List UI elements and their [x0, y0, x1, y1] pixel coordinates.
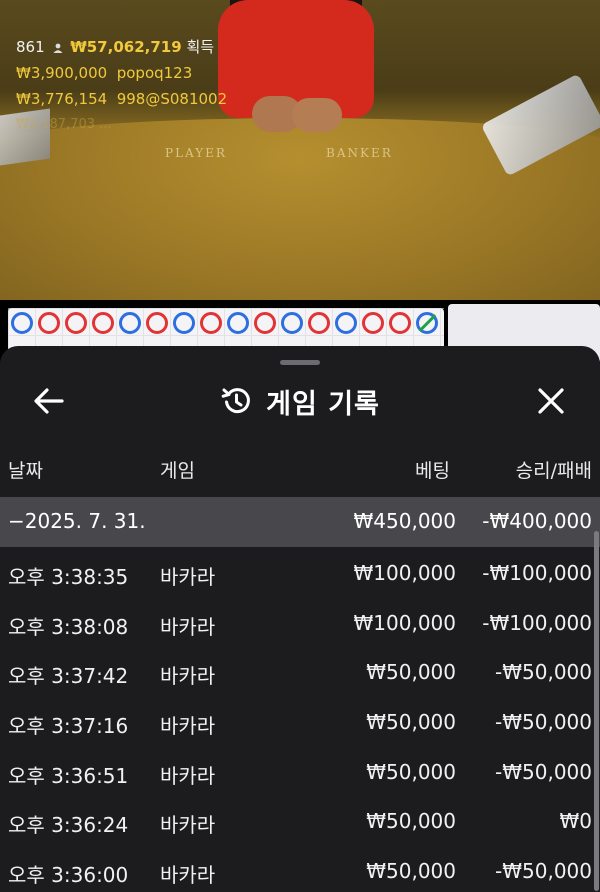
date-group-bet-total: ₩450,000 [353, 509, 456, 533]
date-group-label: −2025. 7. 31. [8, 509, 146, 533]
sheet-title-group: 게임 기록 [0, 376, 600, 426]
row-bet: ₩50,000 [366, 710, 456, 735]
history-clock-icon [221, 388, 251, 414]
history-row[interactable]: 오후 3:37:42 바카라 ₩50,000 -₩50,000 [0, 648, 600, 698]
row-bet: ₩50,000 [366, 660, 456, 685]
winner-amount: ₩3,776,154 [16, 90, 108, 108]
date-group-result-total: -₩400,000 [482, 509, 592, 533]
banker-bead [254, 312, 276, 334]
row-bet: ₩100,000 [353, 610, 456, 635]
history-row[interactable]: 오후 3:36:51 바카라 ₩50,000 -₩50,000 [0, 748, 600, 798]
banker-bead [389, 312, 411, 334]
row-time: 오후 3:36:00 [8, 863, 129, 888]
winner-name: 998@S081002 [116, 90, 228, 108]
date-group-row[interactable]: −2025. 7. 31. ₩450,000 -₩400,000 [0, 497, 600, 547]
row-result: -₩50,000 [495, 759, 592, 784]
player-bead [227, 312, 249, 334]
row-time: 오후 3:38:35 [8, 565, 129, 589]
sheet-header: 게임 기록 [0, 376, 600, 426]
row-game: 바카라 [160, 714, 216, 739]
back-button[interactable] [30, 382, 68, 420]
player-count: 861 [16, 38, 45, 56]
history-row[interactable]: 오후 3:38:35 바카라 ₩100,000 -₩100,000 [0, 549, 600, 599]
banker-felt-label: BANKER [326, 146, 393, 160]
column-header-game[interactable]: 게임 [160, 456, 195, 483]
row-result: ₩0 [559, 809, 593, 834]
history-row[interactable]: 오후 3:37:16 바카라 ₩50,000 -₩50,000 [0, 698, 600, 748]
row-game: 바카라 [160, 763, 216, 788]
row-time: 오후 3:36:24 [8, 813, 129, 838]
banker-bead [65, 312, 87, 334]
banker-bead [146, 312, 168, 334]
live-video-feed: PLAYER BANKER 861 ₩57,062,719 획득 ₩3,900,… [0, 0, 600, 300]
total-suffix: 획득 [186, 38, 215, 56]
row-time: 오후 3:36:51 [8, 763, 129, 788]
dealer [212, 0, 380, 140]
row-bet: ₩50,000 [366, 859, 456, 884]
player-bead [335, 312, 357, 334]
column-header-date[interactable]: 날짜 [8, 456, 43, 483]
history-rows: 오후 3:38:35 바카라 ₩100,000 -₩100,000 오후 3:3… [0, 549, 600, 892]
row-result: -₩100,000 [482, 561, 592, 585]
winner-line: ₩3,900,000 popoq123 [16, 60, 227, 86]
row-game: 바카라 [160, 863, 216, 888]
winner-name: popoq123 [116, 64, 193, 82]
row-result: -₩50,000 [495, 859, 592, 884]
player-bead [119, 312, 141, 334]
banker-bead [200, 312, 222, 334]
history-scrollbar[interactable] [594, 531, 599, 891]
row-game: 바카라 [160, 565, 216, 589]
player-bead [11, 312, 33, 334]
column-header-result[interactable]: 승리/패배 [516, 456, 592, 483]
row-result: -₩100,000 [482, 610, 592, 635]
row-time: 오후 3:37:42 [8, 664, 129, 689]
sheet-title: 게임 기록 [266, 388, 380, 420]
row-game: 바카라 [160, 614, 216, 639]
game-history-sheet: 게임 기록 날짜 게임 베팅 승리/패배 −2025. 7. 31. ₩450,… [0, 346, 600, 892]
column-header-bet[interactable]: 베팅 [415, 456, 450, 483]
winner-amount: ₩3,900,000 [16, 64, 108, 82]
row-game: 바카라 [160, 664, 216, 689]
history-row[interactable]: 오후 3:38:08 바카라 ₩100,000 -₩100,000 [0, 599, 600, 649]
history-row[interactable]: 오후 3:36:24 바카라 ₩50,000 ₩0 [0, 797, 600, 847]
banker-bead [38, 312, 60, 334]
user-icon [53, 43, 63, 53]
winner-line-faded: ₩2,187,703 ... [16, 117, 112, 132]
sheet-grabber-handle[interactable] [280, 360, 320, 365]
winners-overlay: 861 ₩57,062,719 획득 ₩3,900,000 popoq123 ₩… [16, 34, 227, 138]
player-bead [281, 312, 303, 334]
banker-bead [92, 312, 114, 334]
row-game: 바카라 [160, 813, 216, 838]
row-time: 오후 3:38:08 [8, 614, 129, 639]
row-result: -₩50,000 [495, 660, 592, 685]
winner-line: ₩3,776,154 998@S081002 [16, 86, 227, 112]
history-row[interactable]: 오후 3:36:00 바카라 ₩50,000 -₩50,000 [0, 847, 600, 892]
row-time: 오후 3:37:16 [8, 714, 129, 739]
close-button[interactable] [532, 382, 570, 420]
banker-bead [362, 312, 384, 334]
player-felt-label: PLAYER [165, 146, 227, 160]
total-winnings-line: 861 ₩57,062,719 획득 [16, 34, 227, 60]
history-column-headers: 날짜 게임 베팅 승리/패배 [0, 442, 600, 496]
row-bet: ₩100,000 [353, 561, 456, 585]
player-bead [173, 312, 195, 334]
total-amount: ₩57,062,719 [70, 38, 182, 56]
row-result: -₩50,000 [495, 710, 592, 735]
row-bet: ₩50,000 [366, 809, 456, 834]
banker-bead [308, 312, 330, 334]
arrow-left-icon [34, 388, 64, 414]
close-icon [538, 388, 564, 414]
row-bet: ₩50,000 [366, 759, 456, 784]
